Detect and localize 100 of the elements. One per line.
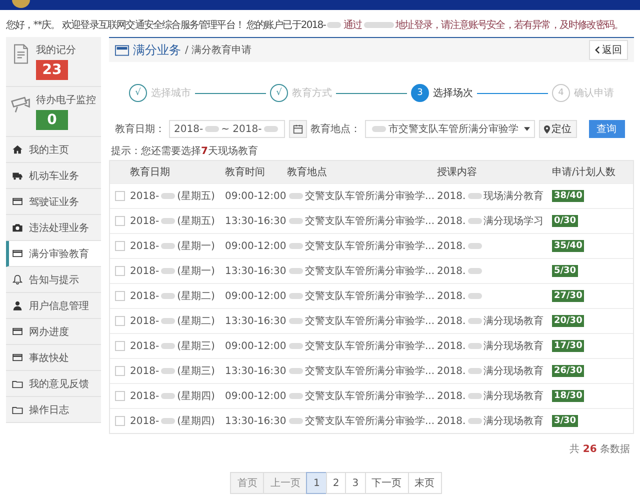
truck-icon (12, 170, 23, 181)
time-cell: 13:30-16:30 (225, 366, 286, 376)
date-cell: 2018- (130, 316, 160, 326)
column-header: 教育地点 (287, 166, 328, 179)
redacted-text (161, 368, 176, 374)
content-cell-text: 满分现场学习 (484, 214, 544, 228)
dropdown-arrow-icon (524, 127, 530, 131)
count-badge: 18/30 (552, 390, 584, 402)
page-button[interactable]: 下一页 (364, 472, 409, 494)
content-cell-text: 满分现场教育 (484, 414, 544, 428)
sidebar-item[interactable]: 驾驶证业务 (6, 189, 101, 215)
calendar-button[interactable] (288, 120, 307, 138)
row-checkbox[interactable] (115, 191, 125, 201)
time-cell: 09:00-12:00 (225, 240, 286, 252)
folder-icon (12, 378, 23, 389)
card-icon (12, 248, 23, 259)
redacted-text (264, 126, 278, 132)
weekday-cell-text: (星期四) (177, 390, 215, 403)
sidebar-item[interactable]: 我的意见反馈 (6, 371, 101, 397)
time-cell: 13:30-16:30 (225, 216, 286, 226)
sidebar-item[interactable]: 我的主页 (6, 137, 101, 163)
place-label: 教育地点： (310, 122, 361, 136)
back-button[interactable]: 返回 (589, 40, 628, 60)
total-count: 共 26 条数据 (568, 442, 631, 457)
content-cell-text: 现场满分教育 (484, 190, 544, 203)
card-label: 待办电子监控 (36, 94, 96, 107)
row-checkbox[interactable] (115, 216, 125, 226)
column-header: 授课内容 (437, 166, 478, 179)
redacted-text (468, 218, 482, 224)
time-cell: 09:00-12:00 (225, 340, 286, 352)
date-cell: 2018- (130, 240, 160, 252)
redacted-text (468, 193, 482, 199)
content-cell-text: 满分现场教育 (484, 314, 544, 328)
breadcrumb-page: / 满分教育申请 (185, 44, 252, 57)
step-label: 选择场次 (433, 86, 473, 100)
sidebar-item[interactable]: 违法处理业务 (6, 215, 101, 241)
breadcrumb-section[interactable]: 满分业务 (133, 42, 181, 58)
row-checkbox[interactable] (115, 391, 125, 401)
row-checkbox[interactable] (115, 341, 125, 351)
hint-text: 提示：您还需要选择7天现场教育 (110, 144, 259, 159)
date-label: 教育日期： (115, 122, 165, 136)
page-button[interactable]: 2 (326, 472, 346, 494)
greeting-text: 通过 (343, 18, 362, 32)
row-checkbox[interactable] (115, 291, 125, 301)
weekday-cell-text: (星期三) (177, 364, 215, 378)
redacted-text (161, 268, 176, 274)
step-marker: 4 (552, 84, 570, 102)
page-button[interactable]: 3 (345, 472, 366, 494)
chevron-left-icon (595, 46, 600, 54)
redacted-text (468, 368, 482, 374)
redacted-text (161, 418, 176, 424)
count-badge: 35/40 (552, 240, 584, 252)
sidebar-item[interactable]: 操作日志 (6, 397, 101, 423)
page-button[interactable]: 末页 (408, 472, 442, 494)
home-icon (12, 144, 23, 155)
step-marker: 3 (411, 84, 429, 102)
date-cell: 2018- (130, 366, 160, 376)
redacted-text (289, 393, 303, 399)
redacted-text (289, 268, 303, 274)
row-checkbox[interactable] (115, 416, 125, 426)
count-value: 23 (36, 60, 68, 80)
content-cell-text: 满分现场教育 (484, 340, 544, 353)
card-icon (115, 44, 129, 56)
search-button[interactable]: 查询 (588, 120, 625, 138)
place-select[interactable]: 市交警支队车管所满分审验学 (364, 120, 535, 138)
time-cell: 09:00-12:00 (225, 190, 286, 202)
sidebar-item[interactable]: 用户信息管理 (6, 293, 101, 319)
weekday-cell-text: (星期四) (177, 414, 215, 428)
weekday-cell-text: (星期三) (177, 340, 215, 353)
row-checkbox[interactable] (115, 316, 125, 326)
row-checkbox[interactable] (115, 366, 125, 376)
row-checkbox[interactable] (115, 266, 125, 276)
calendar-icon (292, 124, 303, 134)
row-checkbox[interactable] (115, 241, 125, 251)
step-marker: √ (270, 84, 288, 102)
sidebar-item[interactable]: 满分审验教育 (6, 241, 101, 267)
card-label: 我的记分 (36, 44, 76, 57)
redacted-text (161, 293, 176, 299)
time-cell: 09:00-12:00 (225, 290, 286, 302)
date-cell: 2018- (130, 290, 160, 302)
sidebar-item[interactable]: 告知与提示 (6, 267, 101, 293)
sidebar-item[interactable]: 网办进度 (6, 319, 101, 345)
card-icon (12, 196, 23, 207)
redacted-text (289, 243, 303, 249)
locate-button[interactable]: 定位 (538, 120, 577, 138)
date-cell: 2018- (130, 266, 160, 276)
sidebar-item[interactable]: 机动车业务 (6, 163, 101, 189)
date-range-field[interactable]: 2018- ~ 2018- (169, 120, 285, 138)
date-cell: 2018- (130, 416, 160, 426)
folder-icon (12, 404, 23, 415)
sidebar-item[interactable]: 事故快处 (6, 345, 101, 371)
redacted-text (289, 368, 303, 374)
redacted-text (468, 243, 482, 249)
date-cell: 2018- (130, 190, 160, 202)
redacted-text (161, 343, 176, 349)
redacted-text (468, 293, 482, 299)
time-cell: 13:30-16:30 (225, 316, 286, 326)
count-badge: 5/30 (552, 265, 578, 277)
page-button[interactable]: 1 (306, 472, 327, 494)
content-cell: 2018. (437, 216, 466, 226)
